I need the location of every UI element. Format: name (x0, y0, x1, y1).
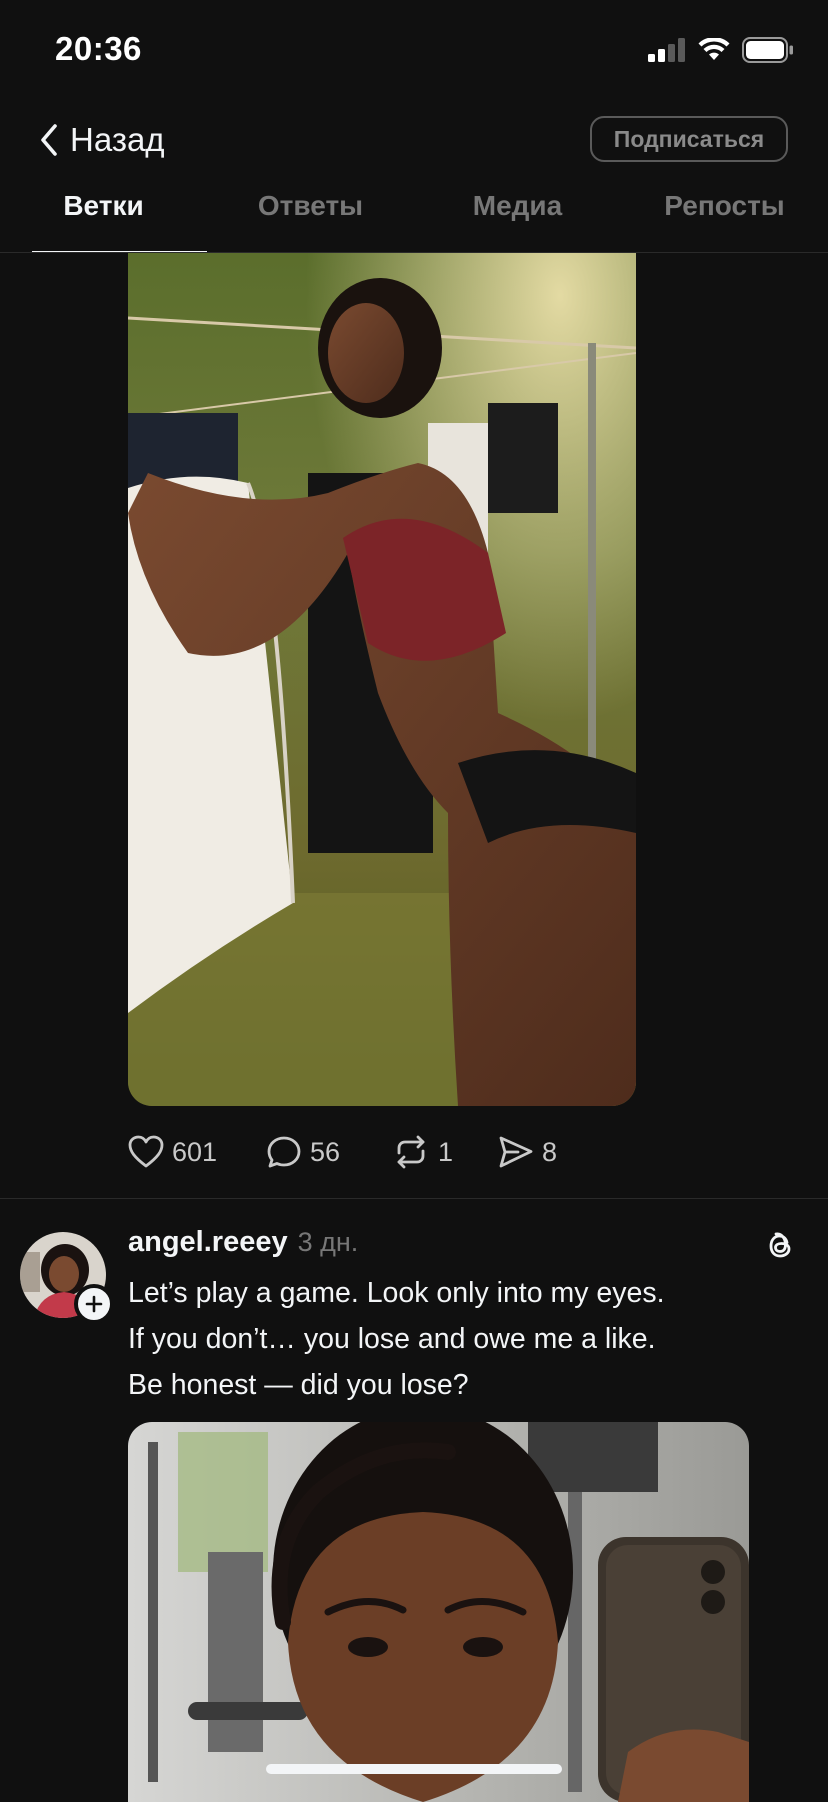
author-avatar-wrap (20, 1232, 114, 1324)
tab-media[interactable]: Медиа (414, 190, 621, 252)
profile-tabs: Ветки Ответы Медиа Репосты (0, 190, 828, 253)
post-actions: 601 56 1 8 (128, 1132, 557, 1172)
status-bar: 20:36 (0, 0, 828, 100)
back-button[interactable]: Назад (38, 118, 165, 162)
post-text: Let’s play a game. Look only into my eye… (128, 1270, 748, 1408)
heart-icon (128, 1135, 164, 1168)
send-icon (499, 1136, 533, 1168)
repost-button[interactable]: 1 (392, 1135, 498, 1169)
post-image[interactable] (128, 1422, 749, 1802)
signal-icon (648, 38, 685, 62)
threads-icon[interactable] (762, 1228, 798, 1264)
photo-gym-selfie-icon (128, 1422, 749, 1802)
repost-icon (397, 1135, 425, 1169)
photo-woman-laundry-icon (128, 253, 636, 1106)
share-count: 8 (542, 1136, 558, 1167)
post-image[interactable] (128, 253, 636, 1106)
comment-button[interactable]: 56 (266, 1135, 392, 1169)
battery-icon (742, 37, 793, 63)
wifi-icon (698, 38, 730, 60)
follow-plus-button[interactable] (74, 1284, 114, 1324)
tab-reposts[interactable]: Репосты (621, 190, 828, 252)
share-button[interactable]: 8 (498, 1135, 557, 1169)
home-indicator[interactable] (266, 1764, 562, 1774)
chevron-left-icon (41, 124, 57, 156)
repost-count: 1 (438, 1136, 454, 1167)
post-text-line: Let’s play a game. Look only into my eye… (128, 1277, 665, 1309)
post-divider (0, 1198, 828, 1199)
username[interactable]: angel.reeey (128, 1226, 288, 1259)
nav-bar: Назад Подписаться (0, 110, 828, 172)
status-time: 20:36 (55, 30, 142, 67)
subscribe-button[interactable]: Подписаться (590, 116, 788, 162)
status-icons (648, 36, 794, 64)
like-button[interactable]: 601 (128, 1135, 266, 1169)
post-text-line: If you don’t… you lose and owe me a like… (128, 1323, 656, 1355)
back-label: Назад (70, 121, 165, 158)
post-text-line: Be honest — did you lose? (128, 1369, 469, 1401)
like-count: 601 (172, 1136, 218, 1167)
plus-icon (85, 1295, 103, 1313)
post-header: angel.reeey 3 дн. (128, 1226, 358, 1268)
tab-replies[interactable]: Ответы (207, 190, 414, 252)
tab-threads[interactable]: Ветки (0, 190, 207, 252)
post-time: 3 дн. (297, 1227, 359, 1257)
comment-count: 56 (310, 1136, 341, 1167)
comment-icon (267, 1136, 301, 1168)
